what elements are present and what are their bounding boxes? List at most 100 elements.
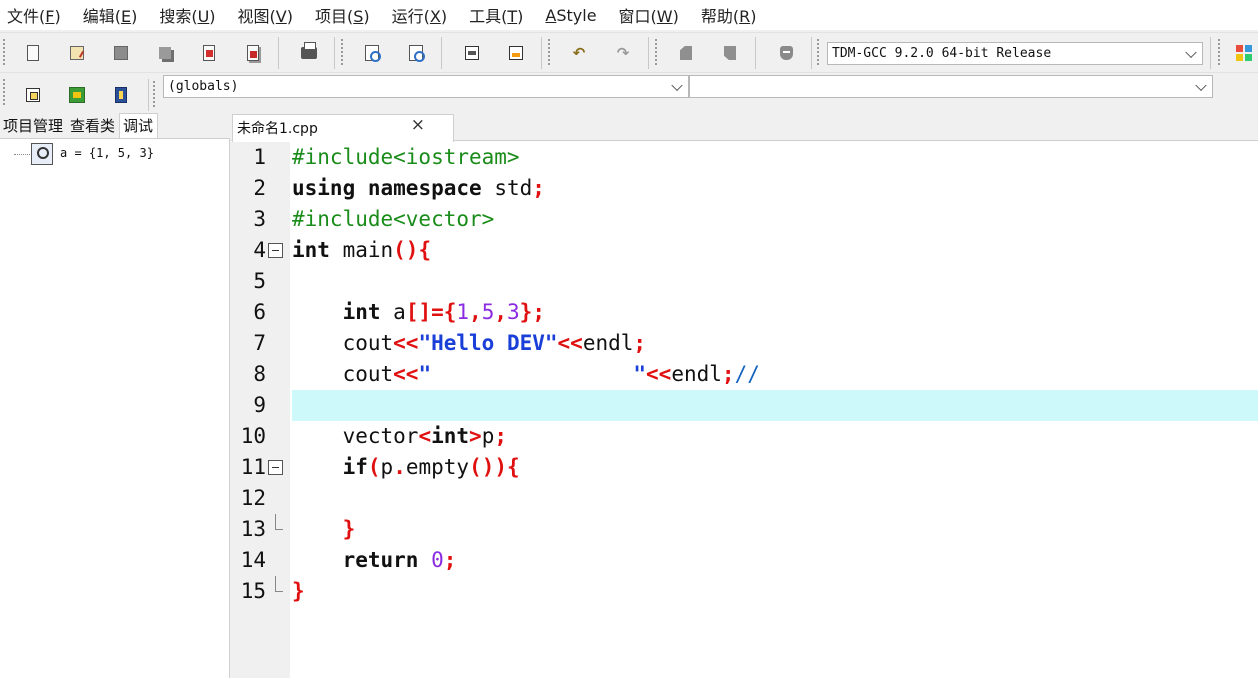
tab-file[interactable]: 未命名1.cpp × <box>232 114 454 142</box>
code-line[interactable]: 5 <box>231 266 1258 297</box>
menu-item-label: 文件(F) <box>7 7 61 26</box>
toolbar-grip[interactable] <box>1218 39 1221 65</box>
toolbar-grip[interactable] <box>153 81 156 107</box>
replace-button[interactable] <box>405 42 427 64</box>
code-line[interactable]: 8 cout<<" "<<endl;// <box>231 359 1258 390</box>
code-line[interactable]: 9 <box>231 390 1258 421</box>
code-token: > <box>469 424 482 448</box>
save-button[interactable] <box>110 42 132 64</box>
code-token: cout <box>292 331 394 355</box>
code-line[interactable]: 13 } <box>231 514 1258 545</box>
menu-item-5[interactable]: 运行(X) <box>392 3 447 27</box>
menu-item-3[interactable]: 视图(V) <box>238 3 293 27</box>
chevron-down-icon <box>1185 46 1197 58</box>
line-number: 14 <box>240 548 266 572</box>
toolbar-grip[interactable] <box>548 39 551 65</box>
next-bookmark-button[interactable] <box>719 42 741 64</box>
new-file-button[interactable] <box>22 42 44 64</box>
toolbar-grip[interactable] <box>3 79 6 105</box>
print-button[interactable] <box>298 42 320 64</box>
menu-item-label: 帮助(R) <box>700 7 757 26</box>
close-file-button[interactable] <box>198 42 220 64</box>
left-panel: 项目管理 查看类 调试 a = {1, 5, 3} <box>0 113 230 678</box>
open-file-button[interactable] <box>66 42 88 64</box>
debug-watch-tree: a = {1, 5, 3} <box>0 139 229 678</box>
left-tab-1[interactable]: 查看类 <box>67 113 119 138</box>
menu-accelerator: T <box>507 7 518 26</box>
code-line[interactable]: 15} <box>231 576 1258 607</box>
menu-item-4[interactable]: 项目(S) <box>315 3 370 27</box>
code-line[interactable]: 3 #include<vector> <box>231 204 1258 235</box>
menu-item-7[interactable]: AStyle <box>545 6 596 25</box>
menu-item-8[interactable]: 窗口(W) <box>619 3 679 27</box>
find-icon <box>365 45 381 62</box>
unindent-icon <box>509 46 523 60</box>
symbol-select[interactable] <box>689 75 1213 98</box>
code-line-content <box>292 266 1258 297</box>
toolbar-grip[interactable] <box>3 39 6 65</box>
code-line[interactable]: 1 #include<iostream> <box>231 142 1258 173</box>
left-tab-2[interactable]: 调试 <box>119 113 159 138</box>
code-line[interactable]: 2 using namespace std; <box>231 173 1258 204</box>
code-line[interactable]: 12 <box>231 483 1258 514</box>
line-number: 8 <box>253 362 266 386</box>
compiler-select[interactable]: TDM-GCC 9.2.0 64-bit Release <box>827 42 1203 65</box>
toolbar-grip[interactable] <box>817 39 820 65</box>
code-token: " " <box>418 362 647 386</box>
watch-variable[interactable]: a = {1, 5, 3} <box>60 146 154 160</box>
code-line-content: cout<<"Hello DEV"<<endl; <box>292 328 1258 359</box>
windows-grid-button[interactable] <box>1233 42 1255 64</box>
toolbar-grip[interactable] <box>341 39 344 65</box>
code-token: ()){ <box>469 455 520 479</box>
menu-item-1[interactable]: 编辑(E) <box>83 3 138 27</box>
editor-tabs: 未命名1.cpp × <box>231 114 1258 142</box>
menu-item-2[interactable]: 搜索(U) <box>159 3 215 27</box>
chevron-down-icon <box>671 79 683 91</box>
code-token: ; <box>633 331 647 355</box>
left-tab-0[interactable]: 项目管理 <box>0 113 67 138</box>
undo-button[interactable]: ↶ <box>568 42 590 64</box>
menu-bar: 文件(F) 编辑(E) 搜索(U) 视图(V) 项目(S) 运行(X) 工具(T) AStyl… <box>0 0 1258 30</box>
code-token: p <box>380 455 394 479</box>
save-all-button[interactable] <box>154 42 176 64</box>
code-line[interactable]: 14 return 0; <box>231 545 1258 576</box>
code-token: vector <box>292 424 419 448</box>
indent-icon <box>465 46 479 60</box>
find-button[interactable] <box>361 42 383 64</box>
scope-select[interactable]: (globals) <box>163 75 689 98</box>
code-line[interactable]: 7 cout<<"Hello DEV"<<endl; <box>231 328 1258 359</box>
code-line[interactable]: 11 if(p.empty()){ <box>231 452 1258 483</box>
editor-area: 未命名1.cpp × 1 #include<iostream> 2 using nam… <box>231 114 1258 678</box>
code-line[interactable]: 4 int main(){ <box>231 235 1258 266</box>
toolbar-grip[interactable] <box>655 39 658 65</box>
goto-definition-button[interactable] <box>66 84 88 106</box>
indent-button[interactable] <box>461 42 483 64</box>
unindent-button[interactable] <box>505 42 527 64</box>
code-token: #include<iostream> <box>292 145 520 169</box>
insert-code-button[interactable] <box>110 84 132 106</box>
code-editor[interactable]: 1 #include<iostream> 2 using namespace std;… <box>231 142 1258 678</box>
menu-item-9[interactable]: 帮助(R) <box>701 3 757 27</box>
code-line[interactable]: 10 vector<int>p; <box>231 421 1258 452</box>
line-number: 12 <box>240 486 266 510</box>
toggle-comment-button[interactable] <box>775 42 797 64</box>
line-number: 15 <box>240 579 266 603</box>
close-icon[interactable]: × <box>411 117 425 134</box>
fold-collapse-icon[interactable] <box>268 460 283 475</box>
fold-collapse-icon[interactable] <box>268 243 283 258</box>
prev-bookmark-button[interactable] <box>675 42 697 64</box>
close-all-button[interactable] <box>242 42 264 64</box>
code-token: 0 <box>431 548 444 572</box>
menu-item-6[interactable]: 工具(T) <box>469 3 523 27</box>
line-number: 7 <box>253 331 266 355</box>
redo-button[interactable]: ↷ <box>612 42 634 64</box>
menu-item-0[interactable]: 文件(F) <box>7 3 61 27</box>
menu-accelerator: R <box>739 7 751 26</box>
code-token: ( <box>367 455 381 479</box>
goto-declaration-button[interactable] <box>22 84 44 106</box>
watch-variable-icon <box>31 143 53 165</box>
code-line[interactable]: 6 int a[]={1,5,3}; <box>231 297 1258 328</box>
